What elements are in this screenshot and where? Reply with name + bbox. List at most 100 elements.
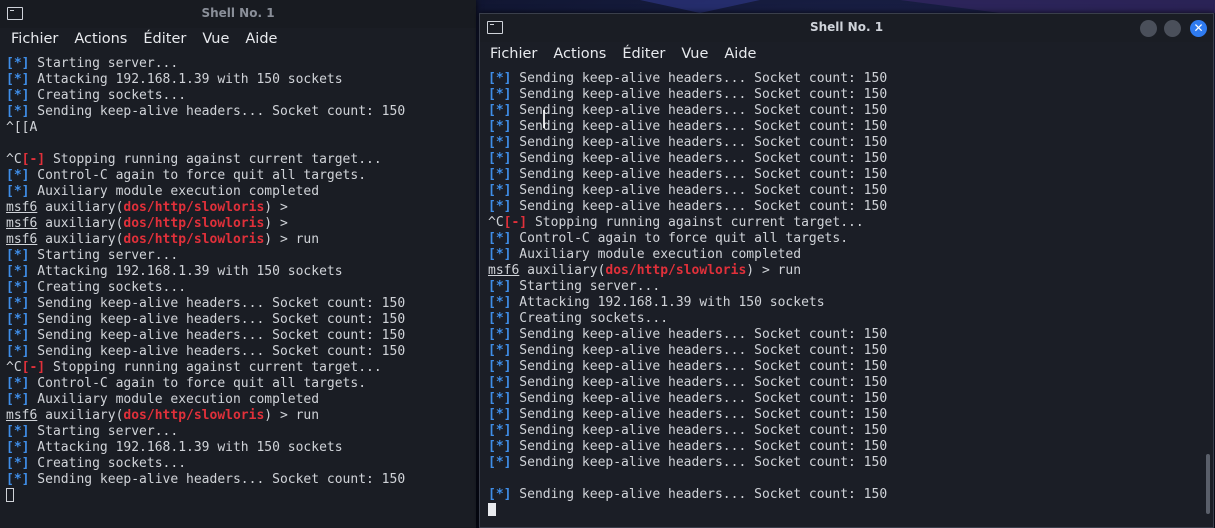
terminal-text: Attacking 192.168.1.39 with 150 sockets	[29, 72, 343, 87]
terminal-line: [*] Sending keep-alive headers... Socket…	[488, 183, 1213, 199]
terminal-line: [*] Attacking 192.168.1.39 with 150 sock…	[6, 440, 476, 456]
minimize-button[interactable]	[1140, 20, 1157, 37]
terminal-text: Sending keep-alive headers... Socket cou…	[511, 103, 888, 118]
terminal-text: Sending keep-alive headers... Socket cou…	[511, 71, 888, 86]
terminal-text: [*]	[6, 392, 30, 407]
terminal-text: Creating sockets...	[29, 280, 187, 295]
terminal-text: [*]	[488, 311, 512, 326]
terminal-line: [*] Auxiliary module execution completed	[6, 392, 476, 408]
menu-fichier[interactable]: Fichier	[11, 31, 58, 47]
terminal-line: ^C[-] Stopping running against current t…	[488, 215, 1213, 231]
terminal-text: Sending keep-alive headers... Socket cou…	[29, 296, 406, 311]
terminal-text: [*]	[6, 72, 30, 87]
terminal-text: Starting server...	[29, 424, 179, 439]
terminal-text: Auxiliary module execution completed	[29, 184, 320, 199]
terminal-text: Control-C again to force quit all target…	[29, 376, 367, 391]
close-button[interactable]: ✕	[1190, 20, 1207, 37]
terminal-text: dos/http/slowloris	[123, 408, 265, 423]
terminal-window-left[interactable]: Shell No. 1 Fichier Actions Éditer Vue A…	[0, 0, 476, 528]
titlebar[interactable]: Shell No. 1 ✕	[480, 14, 1213, 42]
terminal-text: Sending keep-alive headers... Socket cou…	[511, 151, 888, 166]
terminal-line: [*] Sending keep-alive headers... Socket…	[488, 327, 1213, 343]
terminal-text: ) >	[264, 216, 288, 231]
terminal-line: [*] Starting server...	[488, 279, 1213, 295]
terminal-text: ^C	[488, 215, 504, 230]
terminal-output[interactable]: [*] Sending keep-alive headers... Socket…	[480, 71, 1213, 527]
terminal-text: [*]	[6, 312, 30, 327]
terminal-window-right[interactable]: Shell No. 1 ✕ Fichier Actions Éditer Vue…	[479, 13, 1214, 528]
terminal-text: auxiliary(	[37, 232, 124, 247]
terminal-line: [*] Sending keep-alive headers... Socket…	[488, 103, 1213, 119]
terminal-line: [*] Attacking 192.168.1.39 with 150 sock…	[6, 264, 476, 280]
terminal-line: [*] Sending keep-alive headers... Socket…	[6, 344, 476, 360]
terminal-line: [*] Sending keep-alive headers... Socket…	[488, 119, 1213, 135]
menu-aide[interactable]: Aide	[245, 31, 277, 47]
terminal-line: [*] Sending keep-alive headers... Socket…	[488, 487, 1213, 503]
terminal-line: [*] Starting server...	[6, 248, 476, 264]
terminal-text: [*]	[6, 56, 30, 71]
menu-vue[interactable]: Vue	[681, 46, 708, 62]
terminal-line: [*] Sending keep-alive headers... Socket…	[6, 328, 476, 344]
scrollbar[interactable]	[1206, 454, 1210, 514]
terminal-output[interactable]: [*] Starting server... [*] Attacking 192.…	[0, 56, 476, 528]
terminal-text: [*]	[6, 344, 30, 359]
terminal-text: [*]	[488, 359, 512, 374]
terminal-text: [*]	[6, 280, 30, 295]
terminal-cursor	[488, 503, 496, 516]
terminal-text: [*]	[488, 247, 512, 262]
menu-vue[interactable]: Vue	[202, 31, 229, 47]
terminal-line: [*] Sending keep-alive headers... Socket…	[488, 199, 1213, 215]
maximize-button[interactable]	[1164, 20, 1181, 37]
terminal-text: Sending keep-alive headers... Socket cou…	[511, 183, 888, 198]
terminal-line: [*] Sending keep-alive headers... Socket…	[6, 312, 476, 328]
terminal-text: msf6	[6, 232, 38, 247]
terminal-text: Sending keep-alive headers... Socket cou…	[511, 135, 888, 150]
terminal-text: [*]	[488, 423, 512, 438]
terminal-line: [*] Sending keep-alive headers... Socket…	[6, 472, 476, 488]
terminal-line: [*] Creating sockets...	[6, 88, 476, 104]
terminal-text: Sending keep-alive headers... Socket cou…	[511, 327, 888, 342]
terminal-text: dos/http/slowloris	[123, 232, 265, 247]
terminal-text: msf6	[488, 263, 520, 278]
menu-editer[interactable]: Éditer	[622, 46, 665, 62]
terminal-text: Sending keep-alive headers... Socket cou…	[511, 391, 888, 406]
terminal-text: [*]	[488, 103, 512, 118]
terminal-text: Stopping running against current target.…	[45, 360, 382, 375]
terminal-text: Auxiliary module execution completed	[29, 392, 320, 407]
menu-actions[interactable]: Actions	[74, 31, 127, 47]
terminal-line: [*] Sending keep-alive headers... Socket…	[488, 359, 1213, 375]
terminal-line: [*] Starting server...	[6, 56, 476, 72]
terminal-line: [*] Sending keep-alive headers... Socket…	[488, 71, 1213, 87]
terminal-text: [*]	[488, 135, 512, 150]
terminal-line: [*] Control-C again to force quit all ta…	[6, 168, 476, 184]
terminal-text: [*]	[6, 456, 30, 471]
terminal-text: [*]	[488, 183, 512, 198]
terminal-text: dos/http/slowloris	[123, 200, 265, 215]
terminal-line: [*] Control-C again to force quit all ta…	[6, 376, 476, 392]
menu-editer[interactable]: Éditer	[143, 31, 186, 47]
terminal-line: ^C[-] Stopping running against current t…	[6, 152, 476, 168]
terminal-text: [*]	[6, 264, 30, 279]
menu-aide[interactable]: Aide	[724, 46, 756, 62]
terminal-line: [*] Sending keep-alive headers... Socket…	[6, 104, 476, 120]
terminal-text: auxiliary(	[37, 200, 124, 215]
terminal-text: dos/http/slowloris	[605, 263, 747, 278]
terminal-text: auxiliary(	[37, 408, 124, 423]
terminal-line: [*] Sending keep-alive headers... Socket…	[488, 151, 1213, 167]
terminal-text: [*]	[488, 407, 512, 422]
terminal-text: msf6	[6, 200, 38, 215]
terminal-text: Stopping running against current target.…	[527, 215, 864, 230]
titlebar[interactable]: Shell No. 1	[0, 0, 476, 28]
terminal-text: Sending keep-alive headers... Socket cou…	[511, 167, 888, 182]
terminal-text: ) >	[264, 200, 288, 215]
terminal-text: [*]	[6, 424, 30, 439]
terminal-line: [*] Sending keep-alive headers... Socket…	[488, 455, 1213, 471]
menu-actions[interactable]: Actions	[553, 46, 606, 62]
terminal-text: auxiliary(	[37, 216, 124, 231]
menu-fichier[interactable]: Fichier	[490, 46, 537, 62]
terminal-text: ) > run	[746, 263, 802, 278]
terminal-line: [*] Sending keep-alive headers... Socket…	[488, 167, 1213, 183]
terminal-line: msf6 auxiliary(dos/http/slowloris) > run	[488, 263, 1213, 279]
terminal-line: [*] Sending keep-alive headers... Socket…	[488, 423, 1213, 439]
